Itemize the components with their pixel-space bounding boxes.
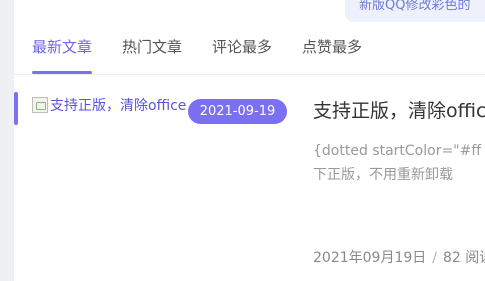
post-meta: 2021年09月19日 / 82 阅读 (313, 247, 485, 267)
article-tabs: 最新文章 热门文章 评论最多 点赞最多 (32, 36, 392, 74)
date-badge: 2021-09-19 (188, 99, 287, 124)
meta-separator: / (432, 250, 437, 266)
active-item-indicator (14, 92, 18, 125)
post-date: 2021年09月19日 (313, 250, 427, 266)
excerpt-line-1: {dotted startColor="#ff (313, 143, 481, 159)
post-views: 82 阅读 (442, 250, 485, 266)
tab-most-likes-label: 点赞最多 (302, 38, 363, 56)
top-notice-text: 新版QQ修改彩色的 (359, 0, 471, 13)
tab-latest[interactable]: 最新文章 (32, 36, 93, 74)
thumbnail-broken-image: 支持正版，清除office (32, 95, 186, 115)
tab-latest-label: 最新文章 (32, 38, 93, 56)
tab-hot[interactable]: 热门文章 (122, 36, 182, 74)
broken-image-icon (32, 97, 48, 113)
thumbnail-alt-text: 支持正版，清除office (50, 98, 187, 114)
tab-most-likes[interactable]: 点赞最多 (302, 36, 362, 74)
post-title[interactable]: 支持正版，清除office (313, 96, 485, 123)
tab-most-comments[interactable]: 评论最多 (212, 36, 272, 74)
tab-hot-label: 热门文章 (122, 38, 183, 56)
top-notice-pill[interactable]: 新版QQ修改彩色的 (345, 0, 485, 22)
post-excerpt: {dotted startColor="#ff 下正版，不用重新卸载 (313, 139, 485, 187)
tabs-divider (14, 74, 485, 75)
excerpt-line-2: 下正版，不用重新卸载 (313, 167, 453, 183)
left-gutter (0, 0, 14, 281)
tab-most-comments-label: 评论最多 (212, 38, 273, 56)
